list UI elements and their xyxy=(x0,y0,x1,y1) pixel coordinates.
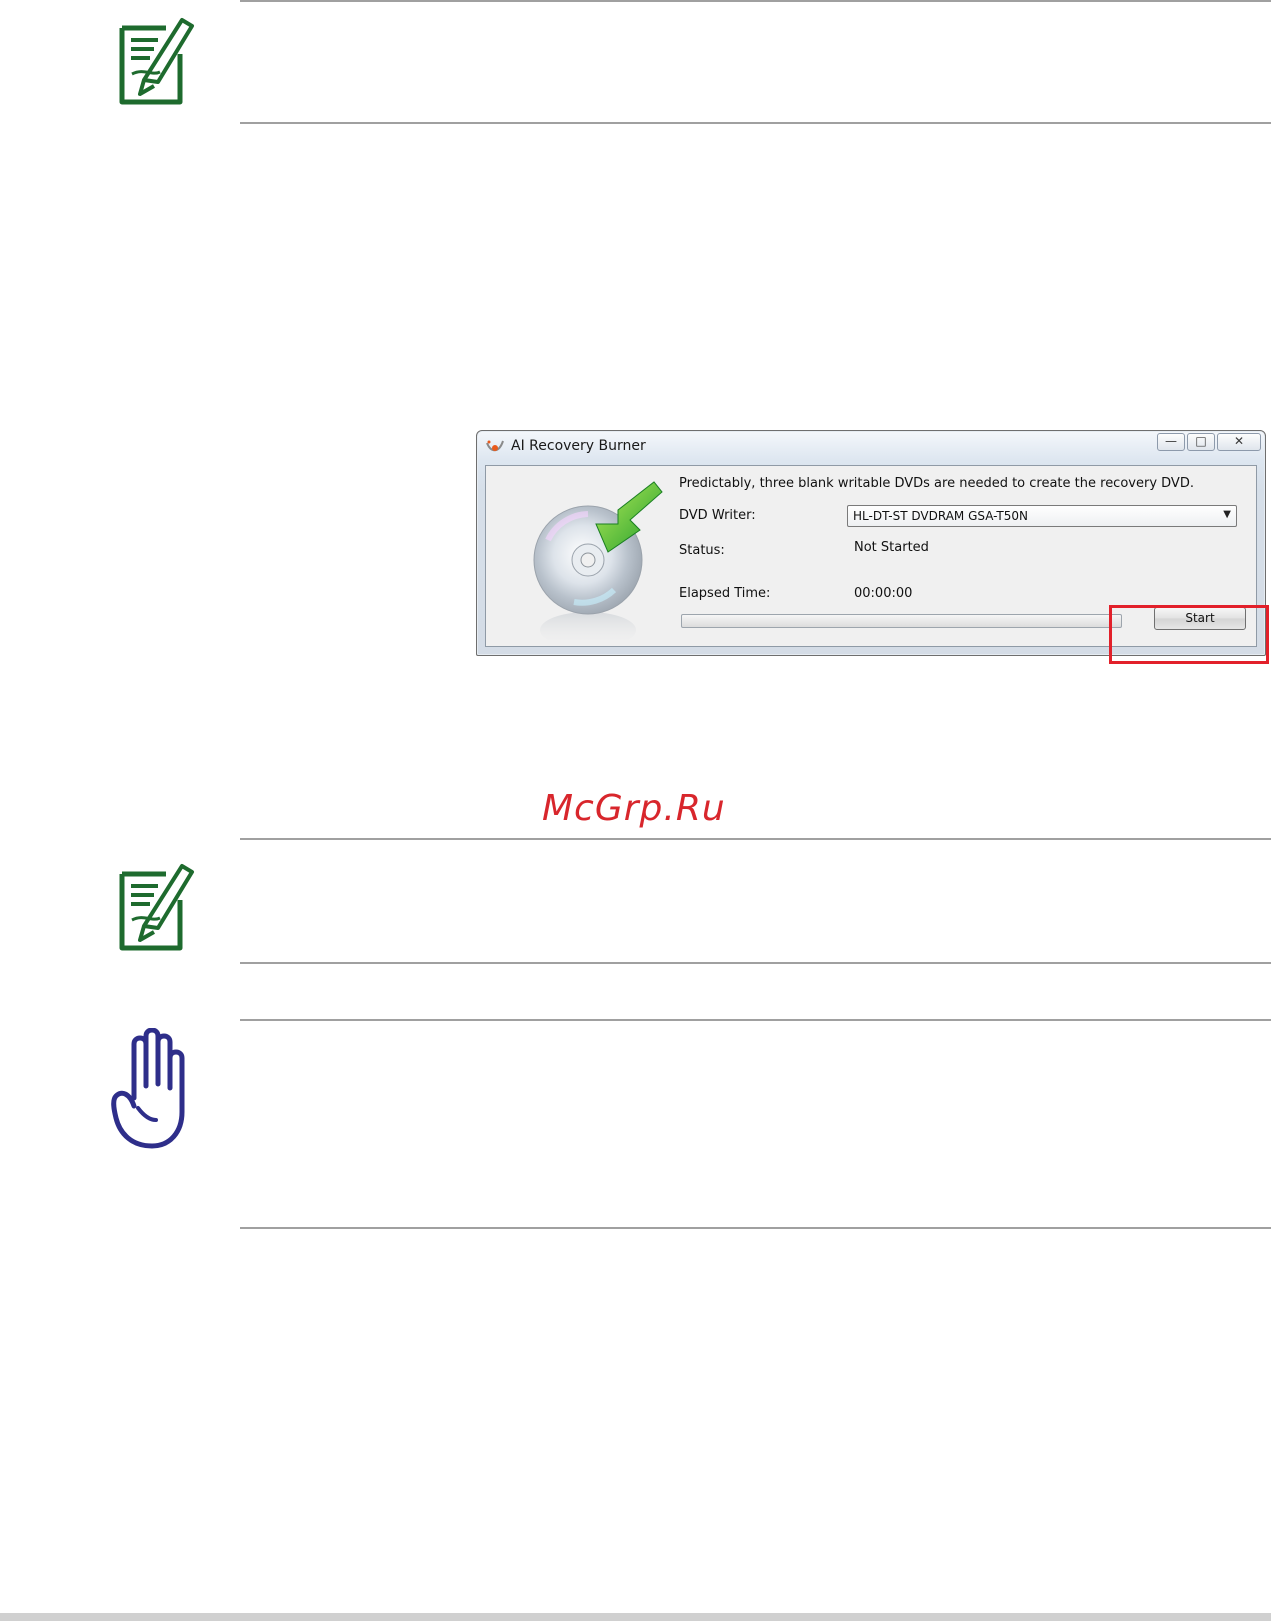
note-pencil-icon xyxy=(119,864,194,951)
note-rule-top-2 xyxy=(240,838,1271,840)
status-value: Not Started xyxy=(854,540,929,555)
progress-bar xyxy=(681,614,1122,628)
maximize-button[interactable]: □ xyxy=(1187,433,1215,451)
info-text: Predictably, three blank writable DVDs a… xyxy=(679,476,1194,491)
window-title: AI Recovery Burner xyxy=(511,438,646,454)
important-rule-bottom xyxy=(240,1227,1271,1229)
dvd-writer-select[interactable]: HL-DT-ST DVDRAM GSA-T50N ▼ xyxy=(847,505,1237,527)
status-label: Status: xyxy=(679,543,725,558)
ai-recovery-logo-icon xyxy=(486,440,504,452)
close-button[interactable]: ✕ xyxy=(1217,433,1261,451)
elapsed-time-label: Elapsed Time: xyxy=(679,586,771,601)
window-titlebar[interactable]: AI Recovery Burner — □ ✕ xyxy=(477,431,1265,463)
dvd-writer-label: DVD Writer: xyxy=(679,508,756,523)
dvd-disc-arrow-icon xyxy=(533,481,663,640)
note-rule-top-1 xyxy=(240,0,1271,2)
note-pencil-icon xyxy=(119,18,194,105)
watermark-text: McGrp.Ru xyxy=(542,788,726,829)
raised-hand-icon xyxy=(111,1028,185,1149)
elapsed-time-value: 00:00:00 xyxy=(854,586,913,601)
dvd-writer-value: HL-DT-ST DVDRAM GSA-T50N xyxy=(853,509,1028,523)
note-rule-bottom-2 xyxy=(240,962,1271,964)
chevron-down-icon: ▼ xyxy=(1223,509,1231,520)
start-highlight-box xyxy=(1109,605,1269,664)
important-rule-top xyxy=(240,1019,1271,1021)
page-bottom-band xyxy=(0,1613,1271,1621)
minimize-button[interactable]: — xyxy=(1157,433,1185,451)
note-rule-bottom-1 xyxy=(240,122,1271,124)
